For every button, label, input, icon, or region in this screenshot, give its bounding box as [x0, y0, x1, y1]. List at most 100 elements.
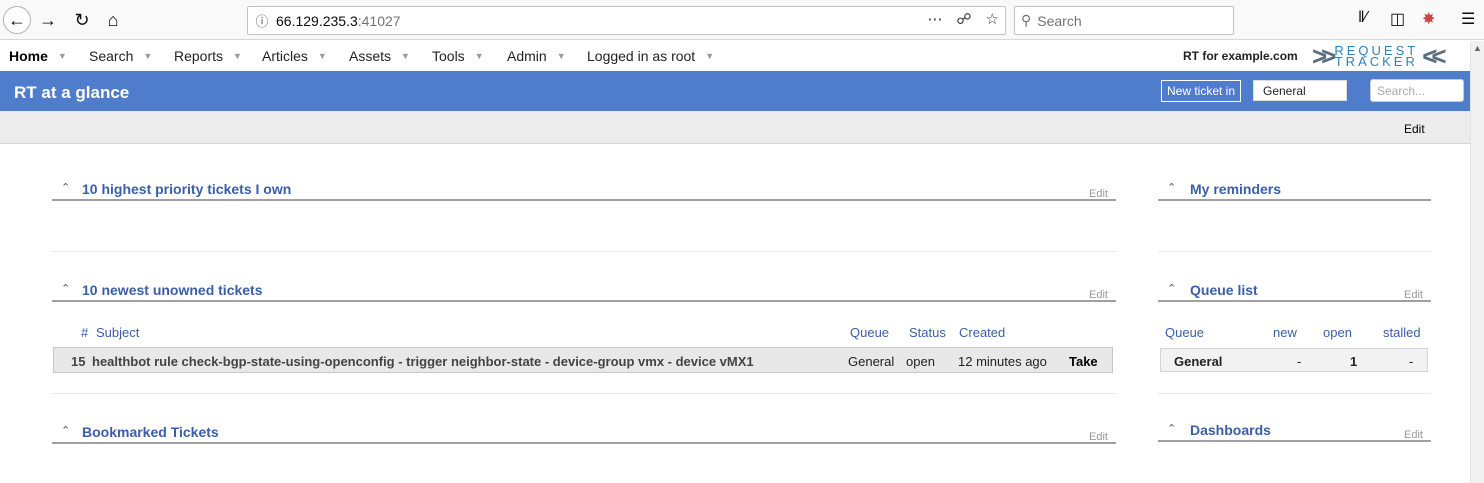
sidebar-icon[interactable]: ◫	[1390, 9, 1405, 29]
rt-for-label: RT for example.com	[1183, 49, 1298, 63]
collapse-toggle-icon[interactable]: ⌃	[1167, 181, 1176, 194]
col-header-queue[interactable]: Queue	[850, 325, 889, 340]
menu-reports-label: Reports	[174, 48, 224, 64]
divider	[52, 251, 1116, 252]
menu-articles[interactable]: Articles ▼	[262, 48, 327, 64]
ticket-id[interactable]: 15	[71, 354, 85, 369]
divider	[1158, 393, 1431, 394]
take-ticket-link[interactable]: Take	[1069, 354, 1098, 369]
url-port: :41027	[357, 12, 401, 29]
new-ticket-button[interactable]: New ticket in	[1161, 80, 1242, 102]
table-row: General - 1 -	[1160, 348, 1428, 372]
logo-line2: TRACKER	[1334, 54, 1418, 69]
menu-search-label: Search	[89, 48, 134, 64]
widget-priority-edit[interactable]: Edit	[1089, 188, 1108, 200]
scroll-up-icon[interactable]: ▲	[1473, 43, 1482, 53]
queue-name[interactable]: General	[1174, 354, 1222, 369]
widget-queue-list-title[interactable]: Queue list	[1190, 282, 1258, 298]
page-edit-link[interactable]: Edit	[1404, 122, 1425, 136]
menu-admin-label: Admin	[507, 48, 547, 64]
divider	[52, 393, 1116, 394]
menu-assets[interactable]: Assets ▼	[349, 48, 410, 64]
info-icon[interactable]: ⓘ	[248, 11, 276, 30]
menu-user-label: Logged in as root	[587, 48, 696, 64]
ticket-created: 12 minutes ago	[958, 354, 1047, 369]
chevron-down-icon: ▼	[317, 51, 327, 61]
widget-dashboards-header: ⌃ Dashboards Edit	[1158, 418, 1431, 442]
menu-assets-label: Assets	[349, 48, 392, 64]
browser-toolbar: ← → ↻ ⌂ ⓘ 66.129.235.3:41027 ⋯ ☍ ☆ ⚲ Sea…	[0, 0, 1484, 40]
ticket-subject[interactable]: healthbot rule check-bgp-state-using-ope…	[92, 354, 754, 369]
request-tracker-logo[interactable]: >> REQUEST TRACKER <<	[1312, 40, 1447, 71]
forward-arrow-icon[interactable]: →	[34, 6, 62, 34]
library-icon[interactable]: ‖⁄	[1358, 9, 1367, 27]
menu-tools[interactable]: Tools ▼	[432, 48, 484, 64]
menu-search[interactable]: Search ▼	[89, 48, 152, 64]
collapse-toggle-icon[interactable]: ⌃	[61, 181, 70, 194]
ticket-queue: General	[848, 354, 895, 369]
chevron-down-icon: ▼	[474, 51, 484, 61]
queue-select[interactable]: General	[1253, 80, 1347, 101]
col-header-created[interactable]: Created	[959, 325, 1005, 340]
col-header-num[interactable]: #	[81, 325, 88, 340]
page-actions-icon[interactable]: ⋯	[927, 10, 942, 28]
menu-admin[interactable]: Admin ▼	[507, 48, 566, 64]
address-bar[interactable]: ⓘ 66.129.235.3:41027 ⋯ ☍ ☆	[247, 6, 1006, 35]
queue-col-new: new	[1273, 325, 1297, 340]
col-header-status[interactable]: Status	[909, 325, 946, 340]
widget-priority-title[interactable]: 10 highest priority tickets I own	[82, 181, 291, 197]
widget-bookmarked-title[interactable]: Bookmarked Tickets	[82, 424, 219, 440]
widget-queue-list-header: ⌃ Queue list Edit	[1158, 278, 1431, 302]
browser-search-input[interactable]: ⚲ Search	[1014, 6, 1234, 35]
menu-articles-label: Articles	[262, 48, 308, 64]
col-header-subject[interactable]: Subject	[96, 325, 139, 340]
page-header: RT at a glance New ticket in General Sea…	[0, 71, 1470, 111]
widget-dashboards-edit[interactable]: Edit	[1404, 429, 1423, 441]
chevron-down-icon: ▼	[556, 51, 566, 61]
collapse-toggle-icon[interactable]: ⌃	[61, 282, 70, 295]
page-subbar: Edit	[0, 111, 1470, 144]
extension-icon[interactable]: ✸	[1422, 9, 1435, 29]
widget-dashboards-title[interactable]: Dashboards	[1190, 422, 1271, 438]
collapse-toggle-icon[interactable]: ⌃	[1167, 422, 1176, 435]
chevron-down-icon: ▼	[233, 51, 242, 61]
widget-unowned-title[interactable]: 10 newest unowned tickets	[82, 282, 263, 298]
widget-unowned-edit[interactable]: Edit	[1089, 289, 1108, 301]
collapse-toggle-icon[interactable]: ⌃	[1167, 282, 1176, 295]
ticket-status: open	[906, 354, 935, 369]
home-icon[interactable]: ⌂	[99, 6, 127, 34]
menu-user[interactable]: Logged in as root ▼	[587, 48, 714, 64]
collapse-toggle-icon[interactable]: ⌃	[61, 424, 70, 437]
page-title: RT at a glance	[14, 83, 130, 102]
divider	[1158, 251, 1431, 252]
widget-unowned-header: ⌃ 10 newest unowned tickets Edit	[52, 278, 1116, 302]
menu-tools-label: Tools	[432, 48, 465, 64]
queue-open-count[interactable]: 1	[1350, 354, 1357, 369]
rt-main-menu: Home ▼ Search ▼ Reports ▼ Articles ▼ Assets ▼…	[0, 41, 1470, 71]
menu-home-label: Home	[9, 48, 48, 64]
queue-new-count[interactable]: -	[1297, 354, 1301, 369]
queue-stalled-count[interactable]: -	[1409, 354, 1413, 369]
widget-queue-list-edit[interactable]: Edit	[1404, 289, 1423, 301]
logo-chevron-right-icon: >>	[1312, 40, 1337, 71]
logo-chevron-left-icon: <<	[1422, 40, 1447, 71]
back-arrow-icon[interactable]: ←	[3, 6, 31, 34]
menu-home[interactable]: Home ▼	[9, 48, 67, 64]
chevron-down-icon: ▼	[57, 51, 67, 61]
widget-reminders-header: ⌃ My reminders	[1158, 177, 1431, 201]
queue-col-queue: Queue	[1165, 325, 1205, 340]
widget-bookmarked-edit[interactable]: Edit	[1089, 431, 1108, 443]
chevron-down-icon: ▼	[705, 51, 715, 61]
pocket-icon[interactable]: ☍	[956, 10, 971, 28]
search-icon: ⚲	[1021, 12, 1032, 28]
menu-reports[interactable]: Reports ▼	[174, 48, 242, 64]
menu-hamburger-icon[interactable]: ☰	[1461, 9, 1475, 29]
rt-search-input[interactable]: Search...	[1370, 79, 1464, 102]
bookmark-star-icon[interactable]: ☆	[986, 10, 999, 28]
queue-col-open: open	[1323, 325, 1352, 340]
reload-icon[interactable]: ↻	[68, 6, 96, 34]
page-scrollbar[interactable]: ▲	[1470, 41, 1484, 483]
chevron-down-icon: ▼	[401, 51, 410, 61]
widget-reminders-title[interactable]: My reminders	[1190, 181, 1281, 197]
widget-priority-header: ⌃ 10 highest priority tickets I own Edit	[52, 177, 1116, 201]
